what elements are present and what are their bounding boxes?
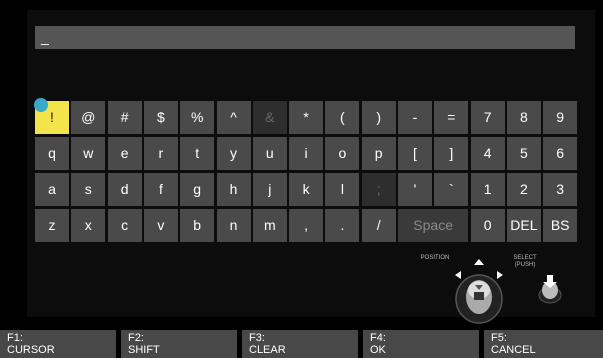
key-n[interactable]: n <box>216 209 251 242</box>
key-symbol[interactable]: % <box>180 101 215 134</box>
key-8[interactable]: 8 <box>506 101 541 134</box>
joystick-icon <box>455 259 562 324</box>
key-5[interactable]: 5 <box>506 137 541 170</box>
key-l[interactable]: l <box>325 173 360 206</box>
text-input-field[interactable]: _ <box>35 26 575 49</box>
function-key-label: F1: <box>7 332 23 344</box>
cursor-indicator-icon <box>34 98 48 112</box>
function-key-action: CLEAR <box>249 344 286 356</box>
key-u[interactable]: u <box>252 137 287 170</box>
screen: _ ! @ # $% ^ & *() - = 7 8 9 q w e r t y u i o p[] 4 5 6 a s d f g h j k… <box>0 0 603 358</box>
function-key-label: F2: <box>128 332 144 344</box>
key-v[interactable]: v <box>143 209 178 242</box>
function-key-f2[interactable]: F2: SHIFT <box>121 330 237 358</box>
key-symbol[interactable]: , <box>289 209 324 242</box>
key-w[interactable]: w <box>71 137 106 170</box>
key-c[interactable]: c <box>107 209 142 242</box>
key-r[interactable]: r <box>143 137 178 170</box>
key-symbol[interactable]: ; <box>361 173 396 206</box>
key-7[interactable]: 7 <box>470 101 505 134</box>
key-i[interactable]: i <box>289 137 324 170</box>
key-symbol[interactable]: ^ <box>216 101 251 134</box>
key-symbol[interactable]: - <box>398 101 432 134</box>
key-x[interactable]: x <box>71 209 106 242</box>
key-symbol[interactable]: / <box>361 209 396 242</box>
key-6[interactable]: 6 <box>543 137 578 170</box>
key-b[interactable]: b <box>180 209 215 242</box>
key-symbol[interactable]: [ <box>398 137 432 170</box>
key-2[interactable]: 2 <box>506 173 541 206</box>
key-symbol[interactable]: # <box>107 101 142 134</box>
function-key-action: SHIFT <box>128 344 160 356</box>
key-t[interactable]: t <box>180 137 215 170</box>
key-space[interactable]: Space <box>398 209 469 242</box>
key-s[interactable]: s <box>71 173 106 206</box>
key-symbol[interactable]: ) <box>361 101 396 134</box>
function-key-f3[interactable]: F3: CLEAR <box>242 330 358 358</box>
key-symbol[interactable]: & <box>252 101 287 134</box>
key-symbol[interactable]: = <box>434 101 469 134</box>
key-symbol[interactable]: . <box>325 209 360 242</box>
function-key-f5[interactable]: F5: CANCEL <box>484 330 603 358</box>
key-symbol[interactable]: ` <box>434 173 469 206</box>
function-key-f4[interactable]: F4: OK <box>363 330 479 358</box>
key-q[interactable]: q <box>35 137 69 170</box>
function-key-label: F4: <box>370 332 386 344</box>
key-p[interactable]: p <box>361 137 396 170</box>
function-key-action: CANCEL <box>491 344 536 356</box>
function-key-label: F5: <box>491 332 507 344</box>
key-o[interactable]: o <box>325 137 360 170</box>
key-symbol[interactable]: ( <box>325 101 360 134</box>
key-1[interactable]: 1 <box>470 173 505 206</box>
key-g[interactable]: g <box>180 173 215 206</box>
key-symbol[interactable]: * <box>289 101 324 134</box>
function-key-bar: F1: CURSOR F2: SHIFT F3: CLEAR F4: OK F5: CANCEL <box>0 330 603 358</box>
function-key-action: CURSOR <box>7 344 55 356</box>
key-symbol[interactable]: ] <box>434 137 469 170</box>
key-symbol[interactable]: $ <box>143 101 178 134</box>
key-y[interactable]: y <box>216 137 251 170</box>
key-symbol[interactable]: ' <box>398 173 432 206</box>
key-symbol[interactable]: @ <box>71 101 106 134</box>
key-3[interactable]: 3 <box>543 173 578 206</box>
key-j[interactable]: j <box>252 173 287 206</box>
key-z[interactable]: z <box>35 209 69 242</box>
key-k[interactable]: k <box>289 173 324 206</box>
key-d[interactable]: d <box>107 173 142 206</box>
function-key-f1[interactable]: F1: CURSOR <box>0 330 116 358</box>
key-4[interactable]: 4 <box>470 137 505 170</box>
function-key-action: OK <box>370 344 386 356</box>
key-symbol[interactable]: DEL <box>506 209 541 242</box>
key-0[interactable]: 0 <box>470 209 505 242</box>
key-a[interactable]: a <box>35 173 69 206</box>
key-m[interactable]: m <box>252 209 287 242</box>
key-9[interactable]: 9 <box>543 101 578 134</box>
key-h[interactable]: h <box>216 173 251 206</box>
key-f[interactable]: f <box>143 173 178 206</box>
key-symbol[interactable]: BS <box>543 209 578 242</box>
function-key-label: F3: <box>249 332 265 344</box>
key-e[interactable]: e <box>107 137 142 170</box>
